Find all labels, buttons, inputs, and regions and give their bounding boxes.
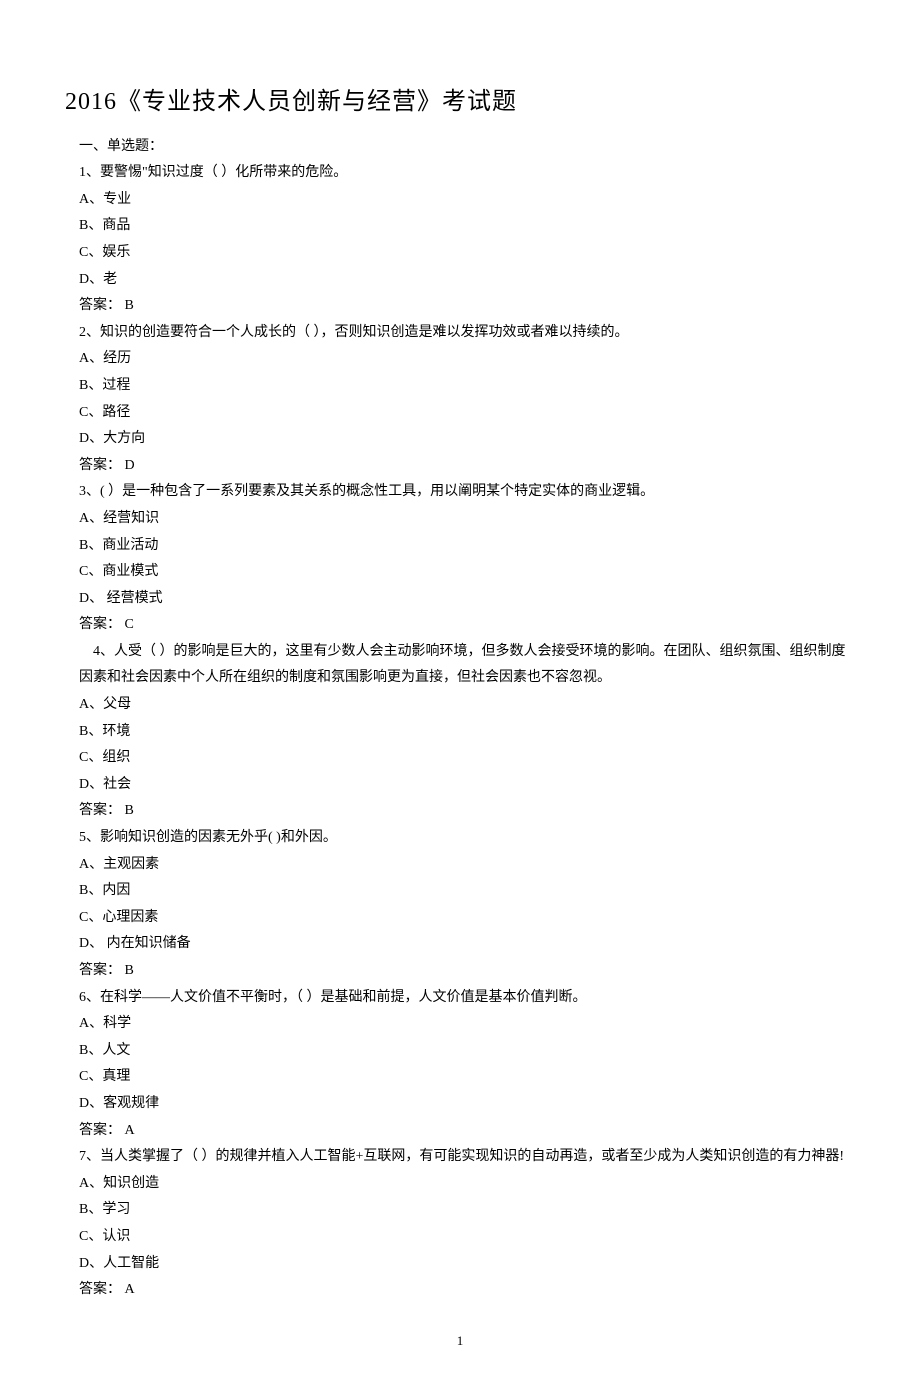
option-c: C、真理 [65, 1064, 855, 1091]
question-stem: 4、人受（ ）的影响是巨大的，这里有少数人会主动影响环境，但多数人会接受环境的影… [65, 639, 855, 692]
question-stem: 1、要警惕"知识过度（ ）化所带来的危险。 [65, 160, 855, 187]
question-7: 7、当人类掌握了（ ）的规律并植入人工智能+互联网，有可能实现知识的自动再造，或… [65, 1144, 855, 1304]
answer: 答案： B [65, 293, 855, 320]
section-header: 一、单选题： [65, 134, 855, 161]
option-d: D、客观规律 [65, 1091, 855, 1118]
option-b: B、商品 [65, 213, 855, 240]
option-d: D、社会 [65, 772, 855, 799]
answer: 答案： A [65, 1277, 855, 1304]
question-stem: 2、知识的创造要符合一个人成长的（ ），否则知识创造是难以发挥功效或者难以持续的… [65, 320, 855, 347]
question-6: 6、在科学——人文价值不平衡时，（ ）是基础和前提，人文价值是基本价值判断。 A… [65, 985, 855, 1145]
answer: 答案： A [65, 1118, 855, 1145]
question-stem: 5、影响知识创造的因素无外乎( )和外因。 [65, 825, 855, 852]
page-number: 1 [65, 1329, 855, 1354]
question-stem: 3、( ）是一种包含了一系列要素及其关系的概念性工具，用以阐明某个特定实体的商业… [65, 479, 855, 506]
answer: 答案： D [65, 453, 855, 480]
option-c: C、认识 [65, 1224, 855, 1251]
option-c: C、娱乐 [65, 240, 855, 267]
option-c: C、心理因素 [65, 905, 855, 932]
option-d: D、 经营模式 [65, 586, 855, 613]
question-2: 2、知识的创造要符合一个人成长的（ ），否则知识创造是难以发挥功效或者难以持续的… [65, 320, 855, 480]
question-stem: 7、当人类掌握了（ ）的规律并植入人工智能+互联网，有可能实现知识的自动再造，或… [65, 1144, 855, 1171]
option-a: A、知识创造 [65, 1171, 855, 1198]
answer: 答案： C [65, 612, 855, 639]
option-c: C、商业模式 [65, 559, 855, 586]
option-b: B、商业活动 [65, 533, 855, 560]
option-a: A、经历 [65, 346, 855, 373]
option-d: D、人工智能 [65, 1251, 855, 1278]
document-title: 2016《专业技术人员创新与经营》考试题 [65, 80, 855, 126]
answer: 答案： B [65, 798, 855, 825]
option-b: B、内因 [65, 878, 855, 905]
option-b: B、过程 [65, 373, 855, 400]
option-b: B、环境 [65, 719, 855, 746]
question-4: 4、人受（ ）的影响是巨大的，这里有少数人会主动影响环境，但多数人会接受环境的影… [65, 639, 855, 825]
option-b: B、学习 [65, 1197, 855, 1224]
option-a: A、科学 [65, 1011, 855, 1038]
option-a: A、专业 [65, 187, 855, 214]
answer: 答案： B [65, 958, 855, 985]
question-5: 5、影响知识创造的因素无外乎( )和外因。 A、主观因素 B、内因 C、心理因素… [65, 825, 855, 985]
option-b: B、人文 [65, 1038, 855, 1065]
question-1: 1、要警惕"知识过度（ ）化所带来的危险。 A、专业 B、商品 C、娱乐 D、老… [65, 160, 855, 320]
option-d: D、大方向 [65, 426, 855, 453]
option-d: D、老 [65, 267, 855, 294]
question-stem: 6、在科学——人文价值不平衡时，（ ）是基础和前提，人文价值是基本价值判断。 [65, 985, 855, 1012]
option-c: C、路径 [65, 400, 855, 427]
option-a: A、经营知识 [65, 506, 855, 533]
question-3: 3、( ）是一种包含了一系列要素及其关系的概念性工具，用以阐明某个特定实体的商业… [65, 479, 855, 639]
option-d: D、 内在知识储备 [65, 931, 855, 958]
option-c: C、组织 [65, 745, 855, 772]
option-a: A、父母 [65, 692, 855, 719]
option-a: A、主观因素 [65, 852, 855, 879]
